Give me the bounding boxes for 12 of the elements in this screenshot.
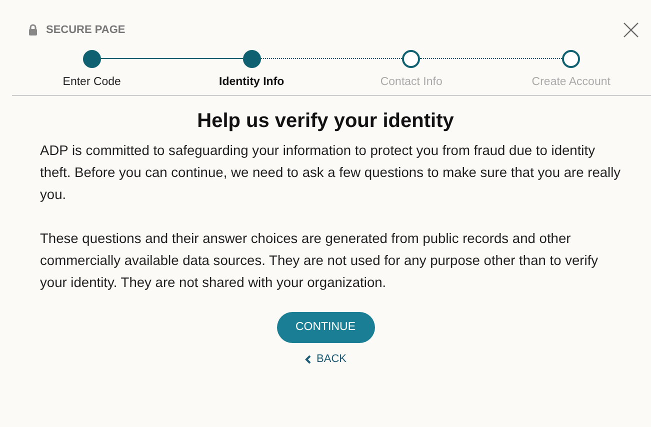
- lock-icon: [28, 24, 38, 36]
- chevron-left-icon: [304, 355, 311, 364]
- continue-button[interactable]: CONTINUE: [276, 312, 374, 344]
- page-heading: Help us verify your identity: [196, 109, 455, 134]
- step-label: Enter Code: [62, 75, 121, 90]
- step-label: Create Account: [532, 75, 610, 90]
- step-label: Identity Info: [219, 75, 284, 90]
- body-paragraph: ADP is committed to safeguarding your information to protect you from fraud due to identity theft. Before you can continue, we need to ask a few questions to make sure that you are really you.: [40, 142, 622, 204]
- page-title: SECURE PAGE: [46, 22, 126, 38]
- body-paragraph: These questions and their answer choices are generated from public records and other commercially available data sources. They are not used for any purpose other than to verify your identity. They are not shared with your organization.: [40, 230, 600, 292]
- step-label: Contact Info: [380, 75, 442, 90]
- back-link[interactable]: BACK: [304, 351, 346, 368]
